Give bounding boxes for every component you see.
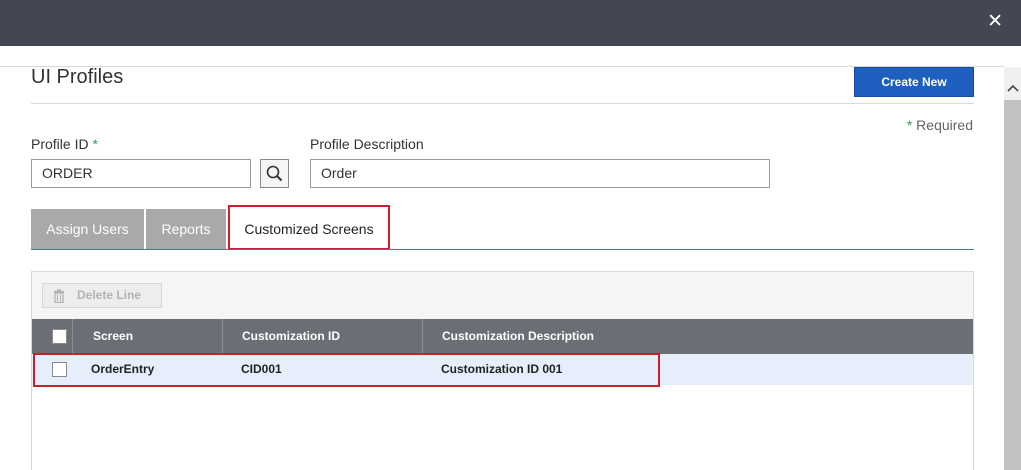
- required-note: * Required: [907, 117, 973, 133]
- required-star: *: [906, 117, 913, 133]
- tab-reports[interactable]: Reports: [146, 209, 226, 249]
- modal-titlebar: ✕: [0, 0, 1021, 46]
- required-text: Required: [916, 117, 973, 133]
- delete-line-button[interactable]: Delete Line: [42, 283, 162, 308]
- profile-description-input[interactable]: Order: [310, 159, 770, 188]
- close-icon[interactable]: ✕: [987, 11, 1003, 31]
- column-header-customization-description[interactable]: Customization Description: [442, 319, 594, 354]
- grid-header: Screen Customization ID Customization De…: [32, 319, 973, 354]
- column-separator: [222, 319, 223, 354]
- scroll-up-arrow-icon[interactable]: [1004, 78, 1021, 98]
- cell-customization-id: CID001: [241, 362, 282, 376]
- profile-description-label: Profile Description: [310, 136, 424, 152]
- tab-customized-screens[interactable]: Customized Screens: [228, 205, 390, 250]
- column-header-screen[interactable]: Screen: [93, 319, 133, 354]
- profile-id-label-text: Profile ID: [31, 136, 89, 152]
- page-title: UI Profiles: [31, 66, 124, 88]
- search-icon: [266, 165, 283, 182]
- column-separator: [72, 319, 73, 354]
- row-checkbox[interactable]: [52, 362, 67, 377]
- column-separator: [422, 319, 423, 354]
- trash-icon: [54, 289, 64, 303]
- search-button[interactable]: [260, 159, 289, 188]
- title-divider: [31, 103, 974, 104]
- profile-id-input[interactable]: ORDER: [31, 159, 251, 188]
- column-header-customization-id[interactable]: Customization ID: [242, 319, 340, 354]
- create-new-button[interactable]: Create New: [854, 67, 974, 97]
- tab-assign-users[interactable]: Assign Users: [31, 209, 144, 249]
- required-star: *: [92, 136, 98, 152]
- cell-customization-description: Customization ID 001: [441, 362, 563, 376]
- tab-divider: [31, 249, 974, 250]
- delete-line-label: Delete Line: [77, 288, 142, 302]
- scrollbar-thumb[interactable]: [1004, 100, 1021, 470]
- profile-id-label: Profile ID *: [31, 136, 98, 152]
- select-all-checkbox[interactable]: [52, 329, 67, 344]
- table-row[interactable]: OrderEntry CID001 Customization ID 001: [32, 354, 973, 385]
- cell-screen: OrderEntry: [91, 362, 155, 376]
